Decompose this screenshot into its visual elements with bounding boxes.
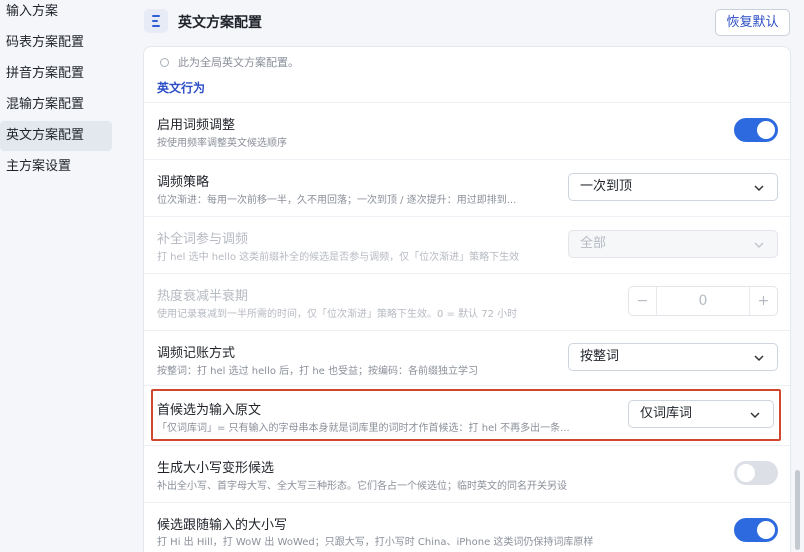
case-variants-toggle[interactable] xyxy=(734,461,778,485)
setting-title: 补全词参与调频 xyxy=(157,232,249,247)
stepper-minus-button[interactable]: − xyxy=(629,287,657,315)
first-raw-select[interactable]: 仅词库词 xyxy=(628,400,774,428)
chevron-down-icon xyxy=(754,355,764,362)
divider xyxy=(144,502,790,503)
setting-title: 启用词频调整 xyxy=(157,118,236,133)
list-icon xyxy=(144,9,168,33)
sidebar-item-english-config[interactable]: 英文方案配置 xyxy=(0,121,112,151)
divider xyxy=(144,273,790,274)
sidebar-item-pinyin-config[interactable]: 拼音方案配置 xyxy=(0,59,112,89)
sidebar-item-mixed-config[interactable]: 混输方案配置 xyxy=(0,90,112,120)
setting-desc: 「仅词库词」= 只有输入的字母串本身就是词库里的词时才作首候选：打 hel 不再… xyxy=(157,423,570,434)
select-value: 按整词 xyxy=(580,349,620,364)
scrollbar[interactable] xyxy=(795,470,800,550)
stepper-plus-button[interactable]: + xyxy=(749,287,777,315)
sidebar-item-main-scheme[interactable]: 主方案设置 xyxy=(0,152,112,182)
chevron-down-icon xyxy=(754,185,764,192)
setting-desc: 位次渐进：每用一次前移一半，久不用回落；一次到顶 / 逐次提升：用过即排到... xyxy=(157,195,517,206)
follow-case-toggle[interactable] xyxy=(734,518,778,542)
accounting-select[interactable]: 按整词 xyxy=(568,343,778,371)
setting-title: 生成大小写变形候选 xyxy=(157,461,275,476)
setting-desc: 使用记录衰减到一半所需的时间，仅「位次渐进」策略下生效。0 = 默认 72 小时 xyxy=(157,309,518,320)
sidebar-item-input-scheme[interactable]: 输入方案 xyxy=(0,0,112,27)
divider xyxy=(144,445,790,446)
completion-adjust-select[interactable]: 全部 xyxy=(568,230,778,258)
select-value: 仅词库词 xyxy=(640,406,693,421)
section-title: 英文行为 xyxy=(157,81,206,95)
global-note-text: 此为全局英文方案配置。 xyxy=(178,56,299,69)
sidebar-item-label: 拼音方案配置 xyxy=(6,66,85,81)
divider xyxy=(144,385,790,386)
page-title: 英文方案配置 xyxy=(178,15,262,31)
global-note: 此为全局英文方案配置。 xyxy=(160,54,299,70)
chevron-down-icon xyxy=(750,412,760,419)
setting-desc: 打 Hi 出 Hill，打 WoW 出 WoWed；只跟大写，打小写时 Chin… xyxy=(157,537,594,548)
setting-title: 首候选为输入原文 xyxy=(157,403,262,418)
divider xyxy=(144,330,790,331)
select-value: 全部 xyxy=(580,236,607,251)
setting-desc: 按使用频率调整英文候选顺序 xyxy=(157,138,287,149)
divider xyxy=(144,159,790,160)
chevron-down-icon xyxy=(754,242,764,249)
reset-default-button[interactable]: 恢复默认 xyxy=(715,9,790,36)
info-icon xyxy=(160,58,169,67)
sidebar-item-label: 英文方案配置 xyxy=(6,128,85,143)
setting-title: 候选跟随输入的大小写 xyxy=(157,518,288,533)
setting-title: 热度衰减半衰期 xyxy=(157,289,249,304)
setting-desc: 按整词：打 hel 选过 hello 后，打 he 也受益；按编码：各前缀独立学… xyxy=(157,366,478,377)
sidebar-item-label: 主方案设置 xyxy=(6,159,72,174)
stepper-value[interactable]: 0 xyxy=(657,287,749,315)
select-value: 一次到顶 xyxy=(580,179,633,194)
sidebar-item-label: 输入方案 xyxy=(6,4,59,19)
setting-desc: 打 hel 选中 hello 这类前缀补全的候选是否参与调频，仅「位次渐进」策略… xyxy=(157,252,520,263)
sidebar-item-table-config[interactable]: 码表方案配置 xyxy=(0,28,112,58)
toggle-knob xyxy=(737,464,755,482)
toggle-knob xyxy=(757,521,775,539)
toggle-knob xyxy=(757,121,775,139)
settings-card: 此为全局英文方案配置。 英文行为 启用词频调整 按使用频率调整英文候选顺序 调频… xyxy=(143,46,791,552)
sidebar: 输入方案 码表方案配置 拼音方案配置 混输方案配置 英文方案配置 主方案设置 xyxy=(0,0,120,552)
freq-strategy-select[interactable]: 一次到顶 xyxy=(568,173,778,201)
freq-adjust-toggle[interactable] xyxy=(734,118,778,142)
decay-stepper[interactable]: − 0 + xyxy=(628,286,778,316)
divider xyxy=(144,216,790,217)
sidebar-item-label: 码表方案配置 xyxy=(6,35,85,50)
divider xyxy=(144,102,790,103)
setting-title: 调频记账方式 xyxy=(157,346,236,361)
sidebar-item-label: 混输方案配置 xyxy=(6,97,85,112)
setting-desc: 补出全小写、首字母大写、全大写三种形态。它们各占一个候选位；临时英文的同名开关另… xyxy=(157,481,567,492)
setting-title: 调频策略 xyxy=(157,175,210,190)
